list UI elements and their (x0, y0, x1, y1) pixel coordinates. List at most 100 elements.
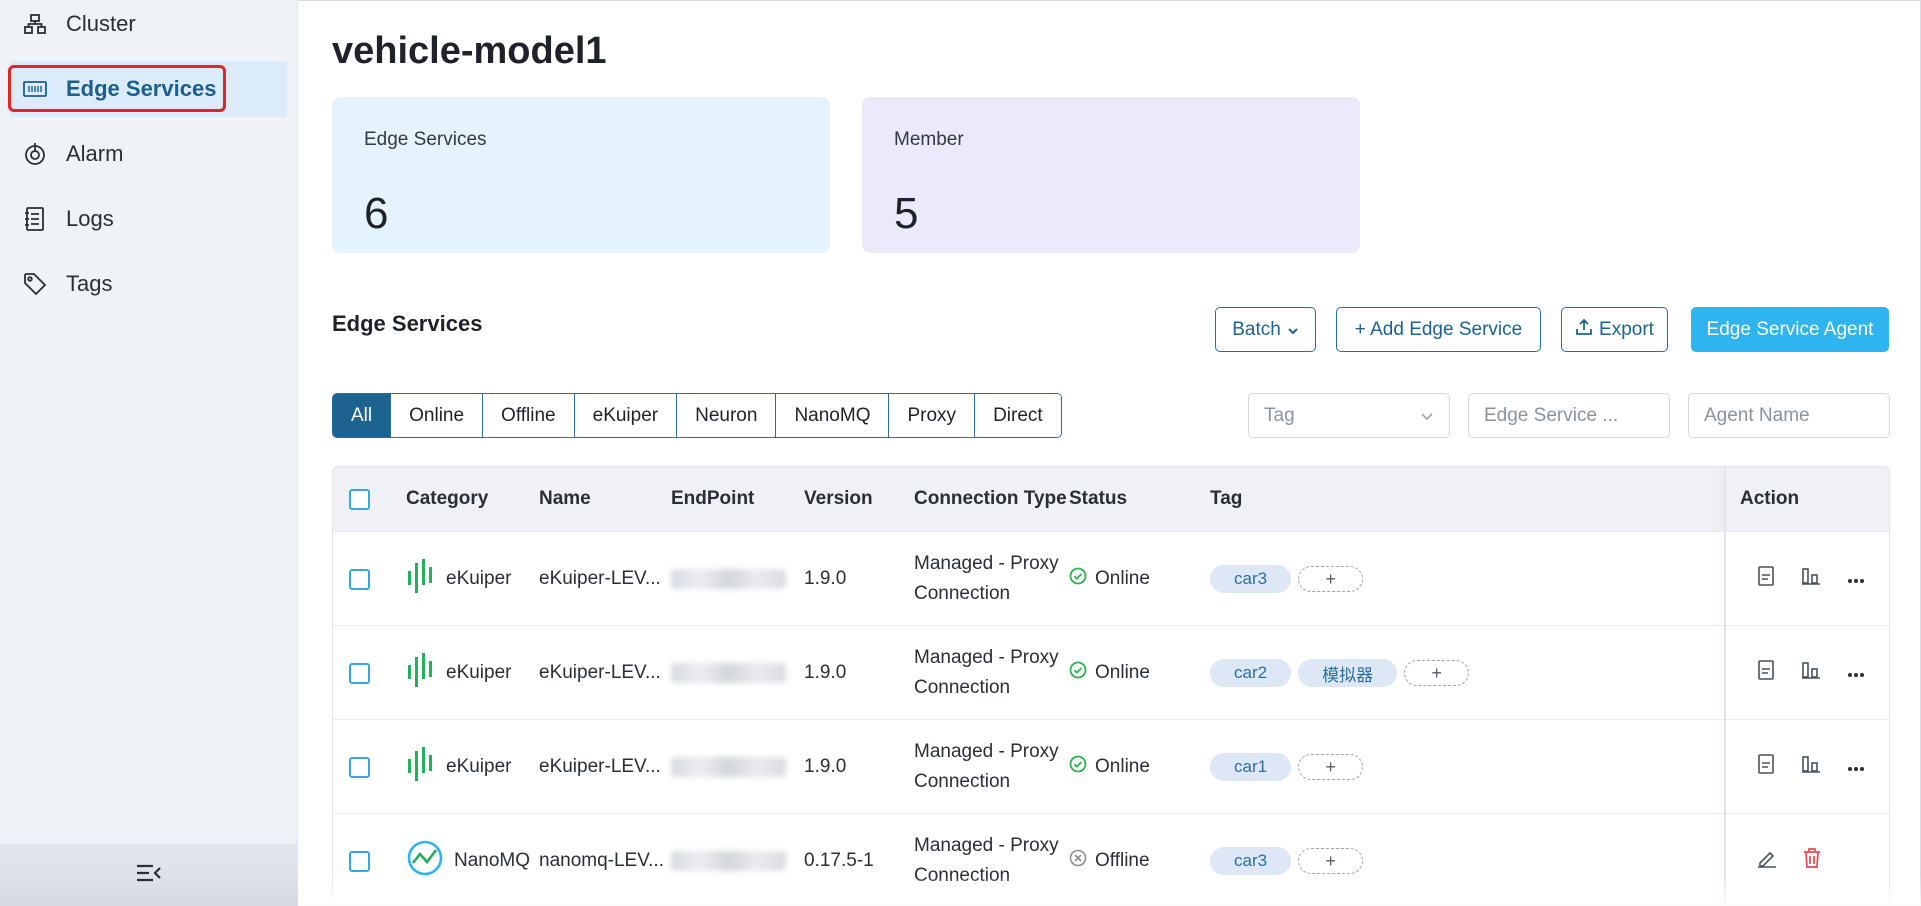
status-text: Online (1095, 568, 1150, 589)
more-icon[interactable] (1847, 756, 1865, 778)
edge-service-agent-button[interactable]: Edge Service Agent (1691, 307, 1889, 352)
section-title: Edge Services (332, 311, 483, 336)
column-tag: Tag (1210, 488, 1243, 509)
sidebar-item-logs[interactable]: Logs (10, 191, 287, 247)
category-label: NanoMQ (454, 850, 531, 871)
ekuiper-icon (406, 651, 436, 695)
filter-neuron[interactable]: Neuron (676, 394, 776, 437)
tag-chip[interactable]: car2 (1210, 659, 1292, 687)
edit-icon[interactable] (1757, 848, 1777, 874)
version-value: 1.9.0 (804, 756, 847, 777)
offline-status-icon (1069, 849, 1087, 873)
detail-icon[interactable] (1757, 660, 1775, 686)
online-status-icon (1069, 567, 1087, 591)
add-tag-button[interactable]: + (1298, 848, 1364, 874)
stat-card-edge-services: Edge Services 6 (332, 97, 830, 253)
table-row: eKuiper eKuiper-LEV... 1.9.0 Managed - P… (333, 719, 1889, 813)
filter-all[interactable]: All (333, 394, 391, 437)
table-row: eKuiper eKuiper-LEV... 1.9.0 Managed - P… (333, 531, 1889, 625)
status-text: Offline (1095, 850, 1150, 871)
add-edge-service-button[interactable]: + Add Edge Service (1336, 307, 1541, 352)
endpoint-redacted (671, 757, 786, 777)
active-item-highlight (8, 65, 226, 112)
tag-select-placeholder: Tag (1264, 404, 1295, 426)
more-icon[interactable] (1847, 568, 1865, 590)
filter-direct[interactable]: Direct (974, 394, 1061, 437)
stat-label: Edge Services (364, 129, 487, 150)
chevron-down-icon (1287, 319, 1299, 341)
row-checkbox[interactable] (349, 850, 370, 872)
connection-type-line1: Managed - Proxy (914, 741, 1059, 762)
chevron-down-icon (1420, 405, 1434, 427)
monitor-icon[interactable] (1801, 567, 1821, 591)
add-tag-button[interactable]: + (1298, 566, 1364, 592)
more-icon[interactable] (1847, 662, 1865, 684)
sidebar-item-tags[interactable]: Tags (10, 256, 287, 312)
tag-select[interactable]: Tag (1248, 393, 1450, 438)
tag-icon (22, 271, 48, 297)
sidebar-item-cluster[interactable]: Cluster (10, 0, 287, 52)
stat-label: Member (894, 129, 964, 150)
version-value: 1.9.0 (804, 568, 847, 589)
connection-type-line1: Managed - Proxy (914, 647, 1059, 668)
connection-type-line2: Connection (914, 583, 1011, 604)
cluster-icon (22, 11, 48, 37)
service-name-link[interactable]: eKuiper-LEV... (539, 532, 661, 626)
service-name-link[interactable]: eKuiper-LEV... (539, 626, 661, 720)
row-checkbox[interactable] (349, 568, 370, 590)
column-version: Version (804, 488, 873, 509)
agent-name-placeholder: Agent Name (1704, 404, 1810, 426)
select-all-checkbox[interactable] (349, 488, 370, 510)
monitor-icon[interactable] (1801, 755, 1821, 779)
status-text: Online (1095, 756, 1150, 777)
filter-ekuiper[interactable]: eKuiper (573, 394, 677, 437)
online-status-icon (1069, 661, 1087, 685)
stat-card-member: Member 5 (862, 97, 1360, 253)
column-action: Action (1740, 488, 1800, 509)
export-label: Export (1599, 318, 1654, 340)
filter-offline[interactable]: Offline (482, 394, 574, 437)
export-button[interactable]: Export (1561, 307, 1668, 352)
ekuiper-icon (406, 557, 436, 601)
edge-service-search-input[interactable]: Edge Service ... (1468, 393, 1670, 438)
add-tag-button[interactable]: + (1298, 754, 1364, 780)
endpoint-redacted (671, 851, 786, 871)
add-label: + Add Edge Service (1354, 318, 1523, 340)
row-checkbox[interactable] (349, 756, 370, 778)
export-icon (1575, 318, 1593, 342)
page-title: vehicle-model1 (332, 30, 607, 72)
detail-icon[interactable] (1757, 754, 1775, 780)
collapse-menu-icon (136, 863, 162, 888)
filter-online[interactable]: Online (390, 394, 483, 437)
monitor-icon[interactable] (1801, 661, 1821, 685)
tag-chip[interactable]: 模拟器 (1298, 659, 1398, 687)
action-column-divider (1724, 467, 1726, 906)
row-checkbox[interactable] (349, 662, 370, 684)
version-value: 1.9.0 (804, 662, 847, 683)
delete-icon[interactable] (1803, 848, 1821, 874)
edge-services-table: Category Name EndPoint Version Connectio… (332, 466, 1890, 906)
agent-label: Edge Service Agent (1706, 318, 1874, 340)
connection-type-line2: Connection (914, 771, 1011, 792)
add-tag-button[interactable]: + (1404, 660, 1470, 686)
connection-type-line1: Managed - Proxy (914, 553, 1059, 574)
detail-icon[interactable] (1757, 566, 1775, 592)
tag-chip[interactable]: car3 (1210, 847, 1292, 875)
sidebar-collapse-button[interactable] (0, 844, 298, 906)
filter-proxy[interactable]: Proxy (888, 394, 975, 437)
tag-chip[interactable]: car3 (1210, 565, 1292, 593)
batch-button[interactable]: Batch (1215, 307, 1316, 352)
sidebar-item-alarm[interactable]: Alarm (10, 126, 287, 182)
endpoint-redacted (671, 569, 786, 589)
filter-nanomq[interactable]: NanoMQ (775, 394, 889, 437)
category-label: eKuiper (446, 662, 512, 683)
connection-type-line1: Managed - Proxy (914, 835, 1059, 856)
tag-chip[interactable]: car1 (1210, 753, 1292, 781)
stat-value: 5 (894, 189, 919, 238)
online-status-icon (1069, 755, 1087, 779)
agent-name-input[interactable]: Agent Name (1688, 393, 1890, 438)
column-name: Name (539, 488, 591, 509)
bottom-fade (298, 876, 1921, 906)
service-name-link[interactable]: eKuiper-LEV... (539, 720, 661, 814)
column-connection-type: Connection Type (914, 488, 1067, 509)
